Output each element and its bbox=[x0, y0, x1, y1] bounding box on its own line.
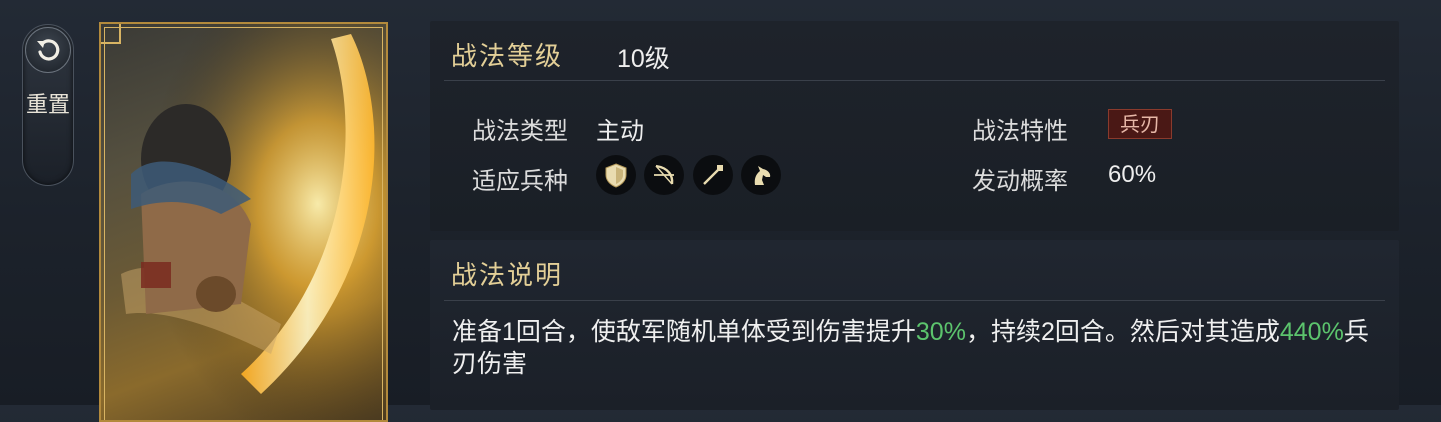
spear-icon[interactable] bbox=[693, 155, 733, 195]
highlight-value: 30% bbox=[915, 318, 966, 346]
shield-icon[interactable] bbox=[596, 155, 636, 195]
bow-icon[interactable] bbox=[644, 155, 684, 195]
skill-info-panel: 战法等级 10级 战法类型 主动 战法特性 兵刃 适应兵种 发动概率 60% bbox=[430, 21, 1399, 231]
reset-label: 重置 bbox=[25, 93, 70, 118]
description-text: ，持续2回合。然后对其造成 bbox=[965, 318, 1280, 346]
skill-type-value: 主动 bbox=[596, 118, 644, 145]
divider bbox=[444, 80, 1385, 81]
undo-arrow-icon bbox=[25, 27, 71, 73]
skill-description-text: 准备1回合，使敌军随机单体受到伤害提升30%，持续2回合。然后对其造成440%兵… bbox=[452, 316, 1372, 380]
trigger-rate-label: 发动概率 bbox=[972, 168, 1068, 195]
skill-type-label: 战法类型 bbox=[472, 118, 568, 145]
trigger-rate-value: 60% bbox=[1108, 161, 1157, 188]
skill-level-value: 10级 bbox=[617, 45, 670, 73]
skill-card-art bbox=[99, 22, 388, 422]
highlight-value: 440% bbox=[1279, 318, 1344, 346]
skill-description-title: 战法说明 bbox=[451, 261, 564, 291]
divider bbox=[444, 300, 1385, 301]
troop-types-label: 适应兵种 bbox=[472, 168, 568, 195]
skill-description-panel: 战法说明 准备1回合，使敌军随机单体受到伤害提升30%，持续2回合。然后对其造成… bbox=[430, 240, 1399, 410]
skill-level-title: 战法等级 bbox=[451, 42, 564, 72]
horse-icon[interactable] bbox=[741, 155, 781, 195]
skill-trait-badge: 兵刃 bbox=[1108, 109, 1172, 139]
reset-button[interactable]: 重置 bbox=[22, 24, 74, 186]
description-text: 准备1回合，使敌军随机单体受到伤害提升 bbox=[452, 318, 916, 346]
skill-trait-label: 战法特性 bbox=[972, 118, 1068, 145]
